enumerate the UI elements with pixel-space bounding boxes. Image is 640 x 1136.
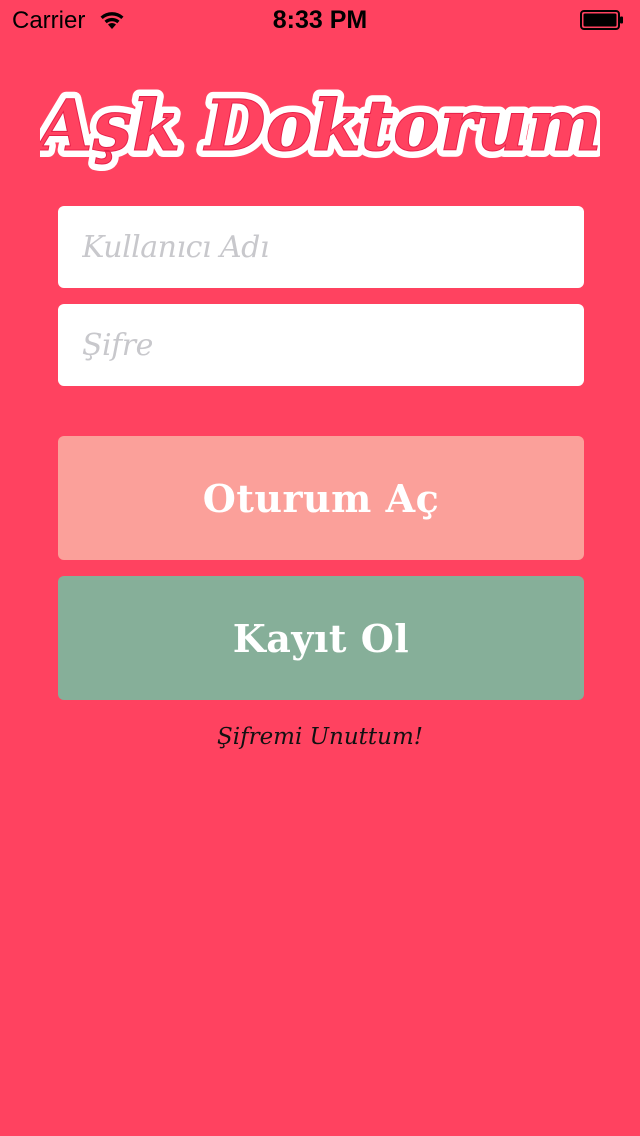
login-button-label: Oturum Aç (202, 475, 440, 521)
register-button-label: Kayıt Ol (232, 615, 410, 661)
password-field[interactable] (58, 304, 584, 386)
forgot-password-link[interactable]: Şifremi Unuttum! (0, 724, 640, 750)
username-input[interactable] (80, 228, 562, 266)
username-field[interactable] (58, 206, 584, 288)
battery-icon (580, 10, 623, 30)
status-bar: Carrier 8:33 PM (0, 0, 640, 40)
logo-text: Aşk Doktorum (40, 84, 600, 167)
register-button[interactable]: Kayıt Ol (58, 576, 584, 700)
clock: 8:33 PM (272, 6, 368, 34)
password-input[interactable] (80, 326, 562, 364)
app-logo: Aşk Doktorum Aşk Doktorum (40, 77, 600, 174)
login-button[interactable]: Oturum Aç (58, 436, 584, 560)
